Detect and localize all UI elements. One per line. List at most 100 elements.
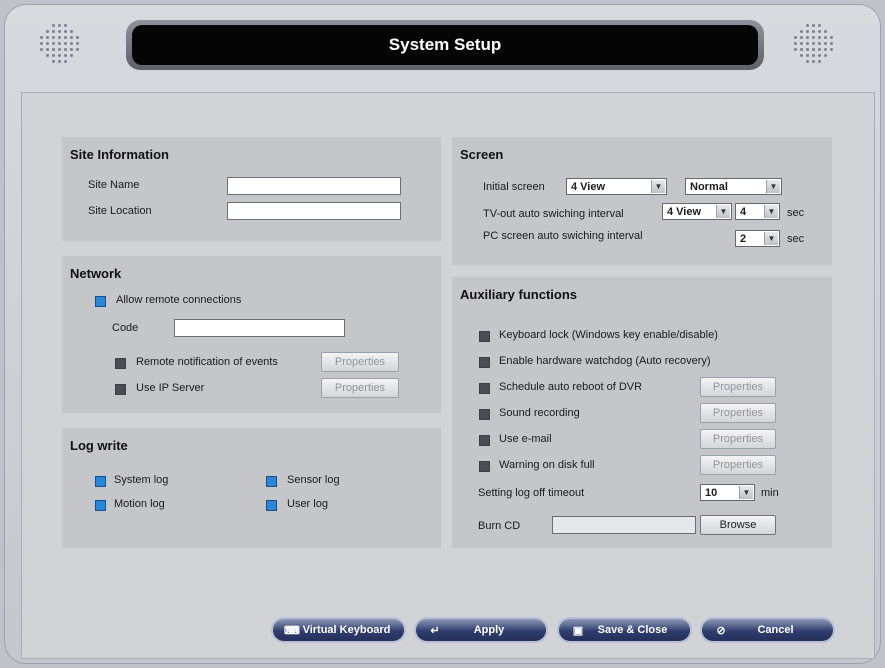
- chevron-down-icon: ▼: [764, 205, 778, 218]
- speaker-dot: [824, 36, 827, 39]
- speaker-dot: [52, 24, 55, 27]
- chevron-down-icon: ▼: [651, 180, 665, 193]
- keyboard-lock-checkbox[interactable]: [479, 331, 490, 342]
- speaker-dot: [812, 30, 815, 33]
- save-close-button[interactable]: ▣ Save & Close: [557, 617, 692, 643]
- disk-full-warning-checkbox[interactable]: [479, 461, 490, 472]
- site-location-label: Site Location: [88, 205, 152, 217]
- ip-server-properties-button[interactable]: Properties: [321, 378, 399, 398]
- virtual-keyboard-button[interactable]: ⌨ Virtual Keyboard: [271, 617, 406, 643]
- initial-screen-label: Initial screen: [483, 181, 545, 193]
- email-properties-button[interactable]: Properties: [700, 429, 776, 449]
- site-name-input[interactable]: [227, 177, 401, 195]
- tvout-view-select[interactable]: 4 View ▼: [662, 203, 732, 220]
- speaker-dot: [812, 60, 815, 63]
- initial-screen-mode-select[interactable]: Normal ▼: [685, 178, 782, 195]
- logoff-timeout-select[interactable]: 10 ▼: [700, 484, 755, 501]
- sound-recording-properties-button[interactable]: Properties: [700, 403, 776, 423]
- speaker-dot: [58, 48, 61, 51]
- speaker-dot: [824, 54, 827, 57]
- network-title: Network: [70, 266, 122, 281]
- speaker-dot: [818, 54, 821, 57]
- auto-reboot-checkbox[interactable]: [479, 383, 490, 394]
- code-input[interactable]: [174, 319, 345, 337]
- logoff-timeout-value: 10: [705, 486, 718, 499]
- speaker-dot: [58, 54, 61, 57]
- speaker-dot: [794, 36, 797, 39]
- use-ip-server-label: Use IP Server: [136, 382, 205, 394]
- speaker-dot: [52, 42, 55, 45]
- auto-reboot-properties-button[interactable]: Properties: [700, 377, 776, 397]
- log-write-panel: Log write System log Sensor log Motion l…: [62, 428, 441, 548]
- keyboard-lock-label: Keyboard lock (Windows key enable/disabl…: [499, 329, 718, 341]
- tvout-interval-select[interactable]: 4 ▼: [735, 203, 780, 220]
- speaker-dot: [830, 48, 833, 51]
- remote-notification-properties-button[interactable]: Properties: [321, 352, 399, 372]
- user-log-checkbox[interactable]: [266, 500, 277, 511]
- site-location-input[interactable]: [227, 202, 401, 220]
- disk-full-properties-button[interactable]: Properties: [700, 455, 776, 475]
- window-title: System Setup: [132, 25, 758, 65]
- watchdog-checkbox[interactable]: [479, 357, 490, 368]
- speaker-dot: [806, 36, 809, 39]
- speaker-dot: [40, 42, 43, 45]
- apply-label: Apply: [473, 624, 505, 636]
- speaker-dot: [830, 42, 833, 45]
- sound-recording-label: Sound recording: [499, 407, 580, 419]
- pc-interval-select[interactable]: 2 ▼: [735, 230, 780, 247]
- speaker-dot: [52, 30, 55, 33]
- apply-button[interactable]: ↵ Apply: [414, 617, 548, 643]
- speaker-dot: [806, 42, 809, 45]
- initial-screen-view-select[interactable]: 4 View ▼: [566, 178, 667, 195]
- browse-button[interactable]: Browse: [700, 515, 776, 535]
- speaker-dot: [806, 30, 809, 33]
- screen-title: Screen: [460, 147, 504, 162]
- motion-log-checkbox[interactable]: [95, 500, 106, 511]
- remote-notification-label: Remote notification of events: [136, 356, 278, 368]
- pc-interval-label: PC screen auto swiching interval: [483, 230, 643, 242]
- chevron-down-icon: ▼: [716, 205, 730, 218]
- burn-cd-input[interactable]: [552, 516, 696, 534]
- burn-cd-label: Burn CD: [478, 520, 521, 532]
- sensor-log-label: Sensor log: [287, 474, 340, 486]
- speaker-dot: [58, 30, 61, 33]
- sensor-log-checkbox[interactable]: [266, 476, 277, 487]
- cancel-label: Cancel: [757, 624, 794, 636]
- speaker-dot: [794, 48, 797, 51]
- speaker-dot: [58, 36, 61, 39]
- keyboard-icon: ⌨: [284, 624, 300, 637]
- speaker-dot: [824, 30, 827, 33]
- allow-remote-checkbox[interactable]: [95, 296, 106, 307]
- speaker-dot: [58, 60, 61, 63]
- speaker-dot: [806, 54, 809, 57]
- speaker-dot: [40, 36, 43, 39]
- remote-notification-checkbox[interactable]: [115, 358, 126, 369]
- watchdog-label: Enable hardware watchdog (Auto recovery): [499, 355, 711, 367]
- speaker-dot: [818, 36, 821, 39]
- logoff-min-label: min: [761, 487, 779, 499]
- speaker-dot: [806, 24, 809, 27]
- speaker-dot: [800, 54, 803, 57]
- cancel-button[interactable]: ⊘ Cancel: [700, 617, 835, 643]
- speaker-dot: [806, 60, 809, 63]
- speaker-dot: [52, 60, 55, 63]
- speaker-dot: [76, 36, 79, 39]
- tvout-interval-label: TV-out auto swiching interval: [483, 208, 624, 220]
- chevron-down-icon: ▼: [739, 486, 753, 499]
- system-log-checkbox[interactable]: [95, 476, 106, 487]
- save-close-label: Save & Close: [597, 624, 668, 636]
- speaker-dot: [800, 48, 803, 51]
- use-email-checkbox[interactable]: [479, 435, 490, 446]
- user-log-label: User log: [287, 498, 328, 510]
- speaker-dot: [818, 60, 821, 63]
- speaker-dot: [52, 36, 55, 39]
- sound-recording-checkbox[interactable]: [479, 409, 490, 420]
- speaker-dot: [824, 42, 827, 45]
- speaker-dot: [64, 48, 67, 51]
- site-information-panel: Site Information Site Name Site Location: [62, 137, 441, 241]
- screen-panel: Screen Initial screen 4 View ▼ Normal ▼ …: [452, 137, 832, 265]
- speaker-dot: [818, 48, 821, 51]
- speaker-dot: [46, 48, 49, 51]
- use-ip-server-checkbox[interactable]: [115, 384, 126, 395]
- speaker-dot: [64, 42, 67, 45]
